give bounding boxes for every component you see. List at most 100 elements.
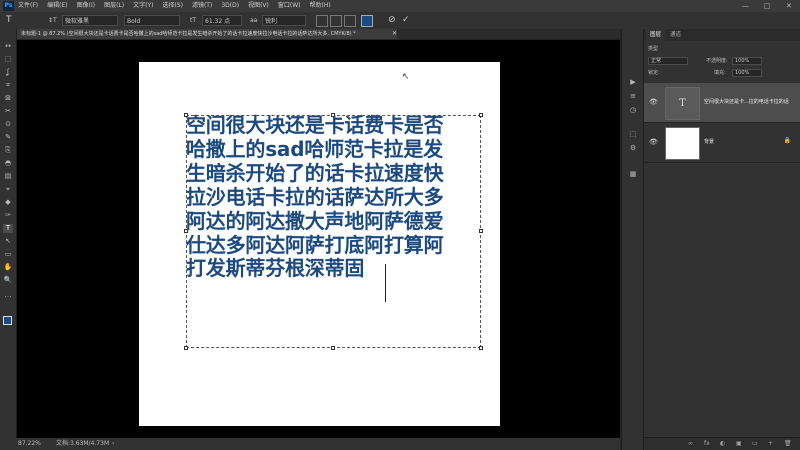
options-bar: T ↕T 微软雅黑 Bold tT 61.32 点 aa 锐利 ⊘ ✓ [0, 12, 800, 30]
layer-name[interactable]: 背景 [704, 138, 714, 145]
fill-input[interactable]: 100% [732, 69, 762, 77]
document-tab[interactable]: 未标题-1 @ 87.2% (空间很大块还是卡话费卡是否哈撒上的sad哈师范卡拉… [17, 29, 397, 39]
opacity-input[interactable]: 100% [732, 57, 762, 65]
transform-handle[interactable] [331, 346, 335, 350]
cancel-icon[interactable]: ⊘ [388, 15, 396, 26]
maximize-icon[interactable]: □ [764, 0, 771, 12]
background-layer-thumbnail [665, 127, 700, 160]
type-tool-icon[interactable]: T [6, 15, 12, 26]
align-right-icon[interactable] [344, 15, 356, 27]
crop-tool-icon[interactable]: ⊠ [3, 94, 13, 103]
pen-tool-icon[interactable]: ✑ [3, 211, 13, 220]
menu-help[interactable]: 帮助(H) [310, 0, 331, 12]
text-layer-thumbnail: T [665, 87, 700, 120]
play-icon[interactable]: ▶ [628, 77, 638, 87]
menu-layer[interactable]: 图层(L) [104, 0, 124, 12]
panel-icon-strip: ▶ ≡ ◷ ⬚ ⚙ ▦ [621, 29, 644, 450]
menu-bar: Ps 文件(F) 编辑(E) 图像(I) 图层(L) 文字(Y) 选择(S) 滤… [0, 0, 800, 12]
delete-layer-icon[interactable]: 🗑 [784, 440, 792, 447]
menu-view[interactable]: 视图(V) [248, 0, 269, 12]
text-color-swatch[interactable] [361, 15, 373, 27]
tab-close-icon[interactable]: ✕ [392, 29, 397, 39]
move-tool-icon[interactable]: ↔ [3, 42, 13, 51]
more-tools-icon[interactable]: … [3, 291, 13, 300]
blend-mode-select[interactable]: 正常 [648, 57, 688, 65]
visibility-eye-icon[interactable]: 👁 [649, 98, 658, 106]
shape-tool-icon[interactable]: ▭ [3, 250, 13, 259]
kind-filter-label[interactable]: 类型 [648, 45, 658, 53]
layer-row-background[interactable]: 👁 背景 🔒 [644, 123, 800, 163]
minimize-icon[interactable]: — [742, 0, 749, 12]
visibility-eye-icon[interactable]: 👁 [649, 138, 658, 146]
antialias-icon: aa [250, 17, 258, 24]
status-arrow-icon[interactable]: › [112, 438, 114, 450]
marquee-tool-icon[interactable]: ⬚ [3, 55, 13, 64]
tab-channels[interactable]: 通道 [666, 29, 685, 41]
list-icon[interactable]: ≡ [628, 91, 638, 101]
tab-layers[interactable]: 图层 [646, 29, 666, 41]
menu-edit[interactable]: 编辑(E) [47, 0, 67, 12]
text-orientation-icon[interactable]: ↕T [48, 15, 57, 26]
layer-name[interactable]: 空间很大块还是卡...拉的电话卡拉的话 [704, 98, 789, 105]
path-select-tool-icon[interactable]: ↖ [3, 237, 13, 246]
zoom-tool-icon[interactable]: 🔍 [3, 276, 13, 285]
lock-icon: 🔒 [783, 137, 791, 144]
zoom-level[interactable]: 87.22% [18, 438, 41, 450]
eyedropper-tool-icon[interactable]: ⊙ [3, 120, 13, 129]
new-layer-icon[interactable]: + [768, 440, 773, 447]
history-icon[interactable]: ◷ [628, 105, 638, 115]
quick-select-tool-icon[interactable]: ⌗ [3, 81, 13, 90]
lock-label: 锁定: [648, 70, 660, 76]
menu-filter[interactable]: 滤镜(T) [192, 0, 212, 12]
fx-icon[interactable]: fx [704, 440, 710, 447]
transform-handle[interactable] [184, 346, 188, 350]
layer-row-text[interactable]: 👁 T 空间很大块还是卡...拉的电话卡拉的话 [644, 83, 800, 123]
eraser-tool-icon[interactable]: ▤ [3, 172, 13, 181]
commit-icon[interactable]: ✓ [402, 15, 410, 26]
menu-window[interactable]: 窗口(W) [278, 0, 301, 12]
mouse-pointer-icon: ↖ [402, 72, 410, 82]
transform-handle[interactable] [479, 229, 483, 233]
clone-stamp-tool-icon[interactable]: ⎘ [3, 146, 13, 155]
lasso-tool-icon[interactable]: ʆ [3, 68, 13, 77]
link-layers-icon[interactable]: ∞ [688, 440, 693, 447]
menu-type[interactable]: 文字(Y) [133, 0, 153, 12]
group-icon[interactable]: ▭ [752, 440, 758, 447]
document-tab-bar: 未标题-1 @ 87.2% (空间很大块还是卡话费卡是否哈撒上的sad哈师范卡拉… [0, 29, 620, 39]
menu-3d[interactable]: 3D(D) [221, 0, 239, 12]
font-size-input[interactable]: 61.32 点 [202, 15, 242, 26]
settings-icon[interactable]: ⚙ [628, 143, 638, 153]
foreground-color-swatch[interactable] [3, 316, 12, 325]
menu-file[interactable]: 文件(F) [18, 0, 38, 12]
transform-handle[interactable] [184, 229, 188, 233]
gradient-tool-icon[interactable]: ⌖ [3, 185, 13, 194]
align-left-icon[interactable] [316, 15, 328, 27]
text-caret [385, 264, 386, 302]
selection-icon[interactable]: ⬚ [628, 129, 638, 139]
close-icon[interactable]: ✕ [786, 0, 792, 12]
history-brush-tool-icon[interactable]: ◓ [3, 159, 13, 168]
adjustment-icon[interactable]: ▣ [736, 440, 742, 447]
menu-image[interactable]: 图像(I) [77, 0, 95, 12]
layers-panel: 图层 通道 类型 正常 不透明度: 100% 锁定: 填充: 100% 👁 T … [643, 29, 800, 450]
grid-icon[interactable]: ▦ [628, 169, 638, 179]
font-family-select[interactable]: 微软雅黑 [62, 15, 118, 26]
menu-select[interactable]: 选择(S) [162, 0, 183, 12]
blur-tool-icon[interactable]: ◆ [3, 198, 13, 207]
transform-handle[interactable] [331, 113, 335, 117]
antialias-select[interactable]: 锐利 [262, 15, 306, 26]
hand-tool-icon[interactable]: ✋ [3, 263, 13, 272]
layers-panel-footer: ∞ fx ◐ ▣ ▭ + 🗑 [644, 437, 800, 450]
text-bounding-box[interactable] [186, 115, 481, 348]
transform-handle[interactable] [479, 113, 483, 117]
status-bar: 87.22% 文档:3.63M/4.73M › [0, 438, 620, 450]
document-info[interactable]: 文档:3.63M/4.73M [56, 438, 109, 450]
transform-handle[interactable] [479, 346, 483, 350]
slice-tool-icon[interactable]: ✂ [3, 107, 13, 116]
font-style-select[interactable]: Bold [124, 15, 180, 26]
type-tool-icon-active[interactable]: T [3, 224, 13, 233]
brush-tool-icon[interactable]: ✎ [3, 133, 13, 142]
mask-icon[interactable]: ◐ [720, 440, 725, 447]
transform-handle[interactable] [184, 113, 188, 117]
align-center-icon[interactable] [330, 15, 342, 27]
